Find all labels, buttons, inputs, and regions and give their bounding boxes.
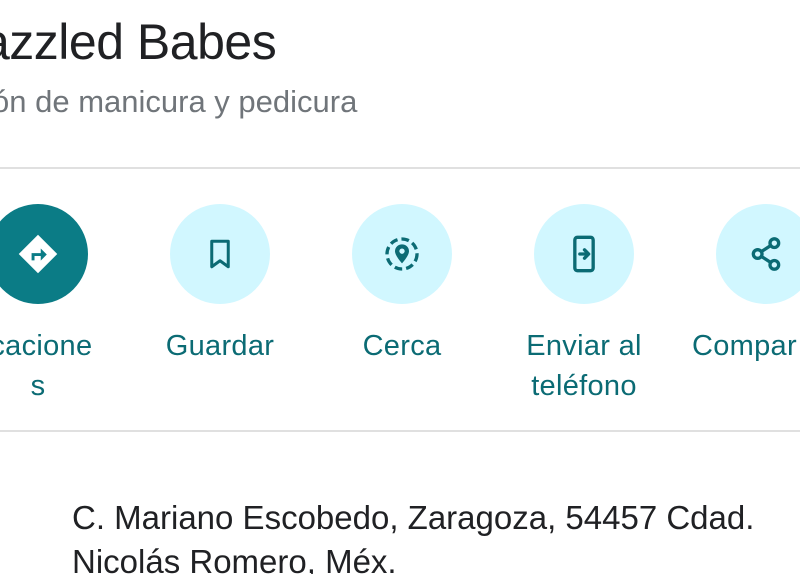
divider	[0, 167, 800, 169]
place-title: azzled Babes	[0, 14, 277, 70]
share-label: Compar	[692, 330, 797, 362]
directions-icon	[0, 204, 88, 304]
directions-label: icacione s	[0, 330, 93, 402]
share-button[interactable]: Compar	[676, 204, 800, 366]
address-line-1: C. Mariano Escobedo, Zaragoza, 54457 Cda…	[72, 499, 755, 536]
directions-button[interactable]: icacione s	[0, 204, 128, 406]
send-to-phone-icon	[534, 204, 634, 304]
place-category: ón de manicura y pedicura	[0, 84, 358, 119]
location-pin-icon	[0, 502, 2, 532]
nearby-icon	[352, 204, 452, 304]
bookmark-icon	[170, 204, 270, 304]
send-to-phone-button[interactable]: Enviar al teléfono	[494, 204, 674, 406]
divider	[0, 430, 800, 432]
nearby-button[interactable]: Cerca	[312, 204, 492, 366]
send-to-phone-label: Enviar al teléfono	[526, 330, 642, 402]
address-row[interactable]: C. Mariano Escobedo, Zaragoza, 54457 Cda…	[0, 492, 800, 574]
address-line-2: Nicolás Romero, Méx.	[72, 543, 397, 574]
save-label: Guardar	[165, 330, 275, 362]
place-details-panel: azzled Babes ón de manicura y pedicura i…	[0, 0, 800, 574]
nearby-label: Cerca	[362, 330, 442, 362]
address-text: C. Mariano Escobedo, Zaragoza, 54457 Cda…	[72, 496, 754, 574]
save-button[interactable]: Guardar	[130, 204, 310, 366]
share-icon	[716, 204, 800, 304]
